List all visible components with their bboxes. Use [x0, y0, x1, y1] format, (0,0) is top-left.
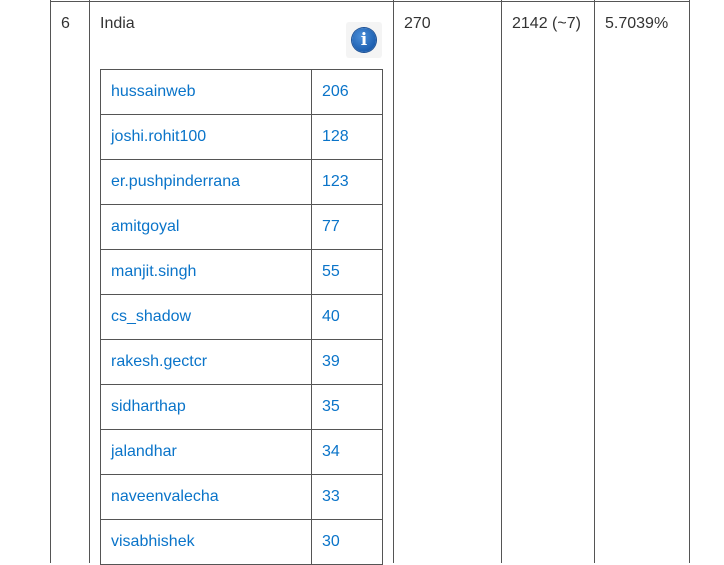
- contributor-count-link[interactable]: 206: [322, 83, 349, 100]
- contributor-name-cell: joshi.rohit100: [100, 114, 312, 160]
- contributor-count-link[interactable]: 39: [322, 353, 340, 370]
- table-row: sidharthap 35: [100, 384, 383, 430]
- contributor-link[interactable]: er.pushpinderrana: [111, 173, 240, 190]
- contributor-name-cell: naveenvalecha: [100, 474, 312, 520]
- contributor-count-link[interactable]: 34: [322, 443, 340, 460]
- table-row: naveenvalecha 33: [100, 474, 383, 520]
- contributor-count-cell: 128: [311, 114, 383, 160]
- contributor-name-cell: er.pushpinderrana: [100, 159, 312, 205]
- contributor-link[interactable]: hussainweb: [111, 83, 196, 100]
- contributor-count-link[interactable]: 128: [322, 128, 349, 145]
- contributor-name-cell: jalandhar: [100, 429, 312, 475]
- contributor-count-link[interactable]: 123: [322, 173, 349, 190]
- column-divider: [501, 0, 502, 563]
- contributor-link[interactable]: jalandhar: [111, 443, 177, 460]
- table-row: visabhishek 30: [100, 519, 383, 565]
- count-cell: 270: [404, 15, 431, 32]
- contributor-count-cell: 39: [311, 339, 383, 385]
- contributor-name-cell: amitgoyal: [100, 204, 312, 250]
- contributor-name-cell: manjit.singh: [100, 249, 312, 295]
- contributor-link[interactable]: amitgoyal: [111, 218, 179, 235]
- table-row: jalandhar 34: [100, 429, 383, 475]
- contributor-link[interactable]: manjit.singh: [111, 263, 196, 280]
- table-row: rakesh.gectcr 39: [100, 339, 383, 385]
- column-divider: [393, 0, 394, 563]
- contributor-count-cell: 55: [311, 249, 383, 295]
- column-divider: [689, 0, 690, 563]
- contributor-link[interactable]: cs_shadow: [111, 308, 191, 325]
- country-name: India: [100, 15, 135, 32]
- contributor-name-cell: visabhishek: [100, 519, 312, 565]
- contributor-count-link[interactable]: 35: [322, 398, 340, 415]
- column-divider: [89, 0, 90, 563]
- contributor-link[interactable]: rakesh.gectcr: [111, 353, 207, 370]
- column-divider: [50, 0, 51, 563]
- contributor-count-link[interactable]: 33: [322, 488, 340, 505]
- contributor-count-cell: 206: [311, 69, 383, 115]
- table-row: amitgoyal 77: [100, 204, 383, 250]
- contributor-name-cell: rakesh.gectcr: [100, 339, 312, 385]
- rank-cell: 6: [61, 15, 70, 32]
- contributor-count-cell: 34: [311, 429, 383, 475]
- contributor-count-cell: 40: [311, 294, 383, 340]
- column-divider: [594, 0, 595, 563]
- contributor-link[interactable]: naveenvalecha: [111, 488, 219, 505]
- table-row: er.pushpinderrana 123: [100, 159, 383, 205]
- contributor-name-cell: cs_shadow: [100, 294, 312, 340]
- table-row: hussainweb 206: [100, 69, 383, 115]
- contributor-count-cell: 35: [311, 384, 383, 430]
- table-row: joshi.rohit100 128: [100, 114, 383, 160]
- contributor-count-cell: 123: [311, 159, 383, 205]
- contributor-count-link[interactable]: 40: [322, 308, 340, 325]
- contributor-link[interactable]: joshi.rohit100: [111, 128, 206, 145]
- info-icon: i: [352, 28, 376, 52]
- contributor-name-cell: hussainweb: [100, 69, 312, 115]
- contributors-table: hussainweb 206 joshi.rohit100 128 er.pushpin…: [100, 69, 383, 565]
- contributor-count-link[interactable]: 55: [322, 263, 340, 280]
- total-cell: 2142 (~7): [512, 15, 581, 32]
- contributor-count-cell: 77: [311, 204, 383, 250]
- table-row: manjit.singh 55: [100, 249, 383, 295]
- contributor-link[interactable]: sidharthap: [111, 398, 186, 415]
- table-row: cs_shadow 40: [100, 294, 383, 340]
- contributor-count-cell: 30: [311, 519, 383, 565]
- country-info-button[interactable]: i: [346, 22, 382, 58]
- contributor-count-cell: 33: [311, 474, 383, 520]
- percent-cell: 5.7039%: [605, 15, 669, 32]
- contributor-link[interactable]: visabhishek: [111, 533, 195, 550]
- contributor-count-link[interactable]: 77: [322, 218, 340, 235]
- contributor-count-link[interactable]: 30: [322, 533, 340, 550]
- contributor-name-cell: sidharthap: [100, 384, 312, 430]
